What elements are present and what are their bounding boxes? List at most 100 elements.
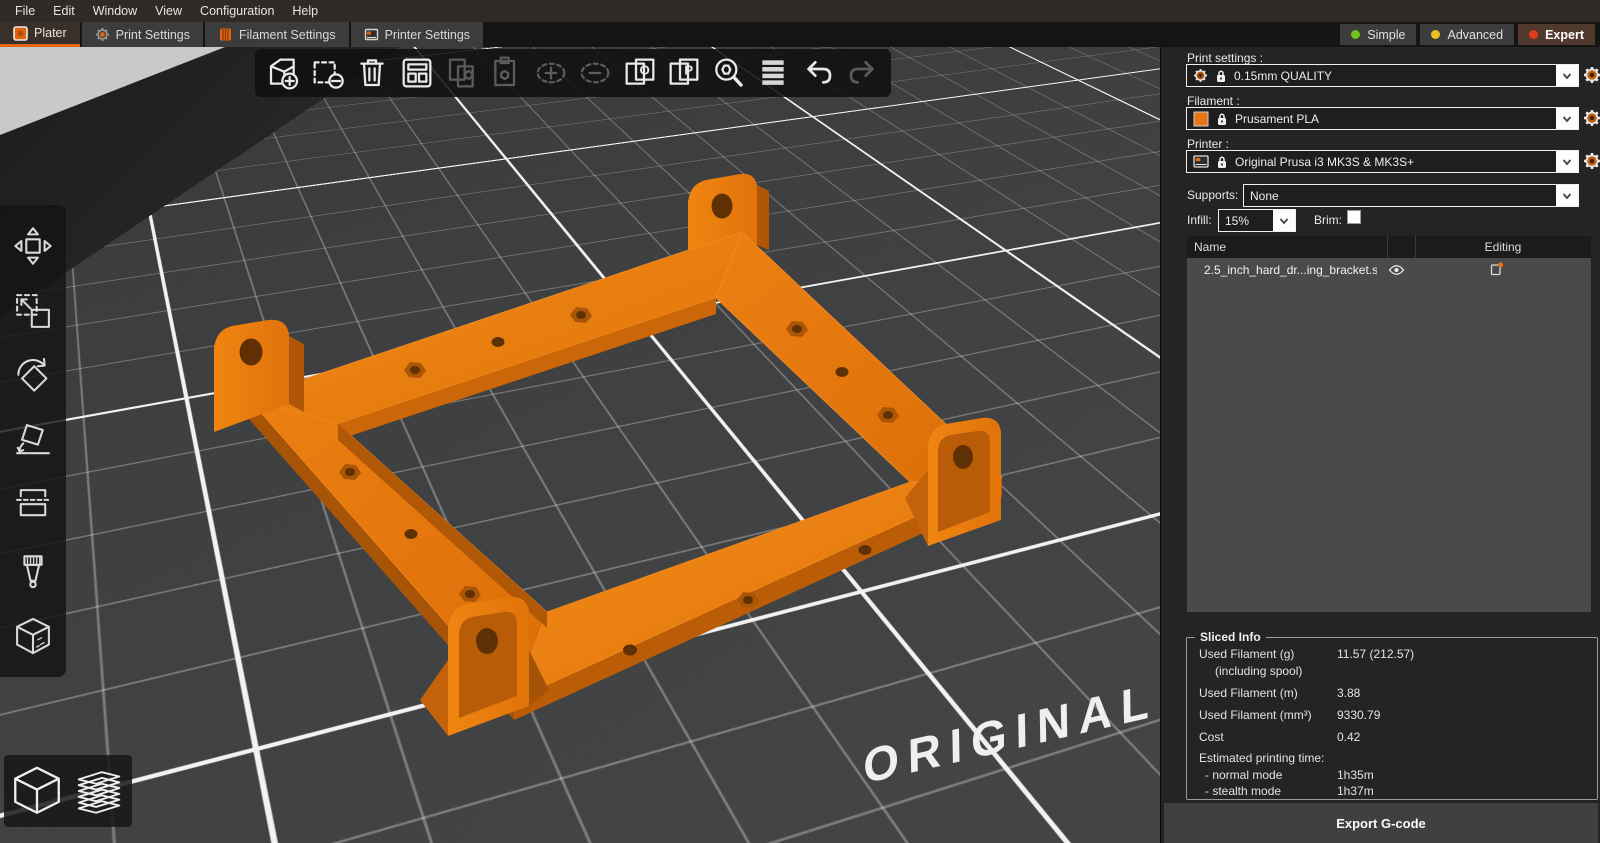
lock-icon <box>1216 155 1228 169</box>
filament-combo[interactable]: Prusament PLA <box>1186 107 1579 130</box>
normal-mode-label: - normal mode <box>1205 768 1283 782</box>
mode-simple-button[interactable]: Simple <box>1340 24 1417 45</box>
plater-icon <box>13 25 28 41</box>
stealth-mode-value: 1h37m <box>1337 784 1374 798</box>
rotate-tool-icon[interactable] <box>11 354 55 398</box>
settings-panel: Print settings : 0.15mm QUALITY Filament… <box>1160 47 1600 843</box>
paint-supports-tool-icon[interactable] <box>11 549 55 593</box>
filament-settings-icon <box>218 27 233 42</box>
menu-help[interactable]: Help <box>283 0 327 22</box>
tab-plater[interactable]: Plater <box>0 22 80 47</box>
menu-configuration[interactable]: Configuration <box>191 0 283 22</box>
search-icon[interactable] <box>709 53 749 93</box>
advanced-mode-dot <box>1431 30 1441 39</box>
menu-file[interactable]: File <box>6 0 44 22</box>
brim-label: Brim: <box>1314 213 1342 227</box>
add-object-icon[interactable] <box>263 53 303 93</box>
object-filename: 2.5_inch_hard_dr...ing_bracket.stl <box>1204 263 1377 277</box>
mode-expert-button[interactable]: Expert <box>1518 24 1595 45</box>
printer-dropdown-arrow[interactable] <box>1556 151 1578 172</box>
estimated-time-label: Estimated printing time: <box>1199 751 1325 765</box>
infill-label: Infill: <box>1187 213 1212 227</box>
move-tool-icon[interactable] <box>11 224 55 268</box>
sliced-info-group: Sliced Info Used Filament (g) 11.57 (212… <box>1186 630 1598 800</box>
including-spool-label: (including spool) <box>1215 664 1303 678</box>
menu-bar: File Edit Window View Configuration Help <box>0 0 1600 22</box>
normal-mode-value: 1h35m <box>1337 768 1374 782</box>
tab-bar: Plater Print Settings Filament Settings … <box>0 22 1600 47</box>
printer-combo[interactable]: Original Prusa i3 MK3S & MK3S+ <box>1186 150 1579 173</box>
cut-tool-icon[interactable] <box>11 484 55 528</box>
visibility-column-header <box>1388 236 1416 258</box>
3d-viewport[interactable]: ORIGINAL P <box>0 47 1160 843</box>
variable-layer-height-icon[interactable] <box>753 53 793 93</box>
name-column-header[interactable]: Name <box>1187 236 1388 258</box>
lock-icon <box>1215 69 1227 83</box>
printer-gear-icon[interactable] <box>1583 152 1600 170</box>
object-list: 2.5_inch_hard_dr...ing_bracket.stl <box>1187 258 1591 612</box>
scale-tool-icon[interactable] <box>11 289 55 333</box>
infill-dropdown-arrow[interactable] <box>1273 210 1295 231</box>
add-instance-icon[interactable] <box>531 53 571 93</box>
arrange-icon[interactable] <box>397 53 437 93</box>
viewport-left-toolbar <box>0 205 66 677</box>
used-filament-mm3-label: Used Filament (mm³) <box>1199 708 1312 722</box>
print-settings-combo[interactable]: 0.15mm QUALITY <box>1186 64 1579 87</box>
used-filament-g-value: 11.57 (212.57) <box>1337 647 1415 661</box>
filament-color-swatch <box>1193 111 1209 127</box>
export-gcode-button[interactable]: Export G-code <box>1164 803 1598 843</box>
edit-object-icon[interactable] <box>1490 261 1504 279</box>
menu-view[interactable]: View <box>146 0 191 22</box>
supports-dropdown-arrow[interactable] <box>1556 185 1578 206</box>
used-filament-mm3-value: 9330.79 <box>1337 708 1381 722</box>
preview-view-button[interactable] <box>70 759 128 823</box>
tab-printer-settings[interactable]: Printer Settings <box>350 22 484 47</box>
brim-checkbox[interactable] <box>1347 210 1361 224</box>
mode-advanced-button[interactable]: Advanced <box>1420 24 1515 45</box>
filament-dropdown-arrow[interactable] <box>1556 108 1578 129</box>
eye-icon[interactable] <box>1377 264 1415 276</box>
supports-label: Supports: <box>1187 188 1239 202</box>
prusaslicer-window: File Edit Window View Configuration Help… <box>0 0 1600 843</box>
object-list-header: Name Editing <box>1187 236 1591 258</box>
paste-icon[interactable] <box>486 53 526 93</box>
object-row[interactable]: 2.5_inch_hard_dr...ing_bracket.stl <box>1187 258 1591 282</box>
redo-icon[interactable] <box>843 53 883 93</box>
undo-icon[interactable] <box>798 53 838 93</box>
used-filament-g-label: Used Filament (g) <box>1199 647 1295 661</box>
svg-text:P: P <box>685 62 694 77</box>
expert-mode-dot <box>1529 30 1539 39</box>
editor-view-button[interactable] <box>8 759 66 823</box>
infill-combo[interactable]: 15% <box>1218 209 1296 232</box>
remove-instance-icon[interactable] <box>575 53 615 93</box>
used-filament-m-label: Used Filament (m) <box>1199 686 1298 700</box>
split-to-objects-icon[interactable]: O <box>620 53 660 93</box>
cost-value: 0.42 <box>1337 730 1361 744</box>
cost-label: Cost <box>1199 730 1224 744</box>
print-settings-label: Print settings : <box>1187 51 1264 65</box>
printer-icon <box>1193 154 1209 169</box>
copy-icon[interactable] <box>442 53 482 93</box>
menu-edit[interactable]: Edit <box>44 0 84 22</box>
tab-print-settings[interactable]: Print Settings <box>81 22 203 47</box>
place-on-face-tool-icon[interactable] <box>11 419 55 463</box>
printer-label: Printer : <box>1187 137 1230 151</box>
mode-switcher: Simple Advanced Expert <box>1340 22 1600 47</box>
delete-all-icon[interactable] <box>352 53 392 93</box>
print-settings-gear-icon[interactable] <box>1583 66 1600 84</box>
split-to-parts-icon[interactable]: P <box>664 53 704 93</box>
seam-painting-tool-icon[interactable] <box>11 614 55 658</box>
model-object[interactable] <box>0 47 1160 843</box>
stealth-mode-label: - stealth mode <box>1205 784 1282 798</box>
lock-icon <box>1216 112 1228 126</box>
tab-filament-settings[interactable]: Filament Settings <box>205 22 349 47</box>
menu-window[interactable]: Window <box>84 0 146 22</box>
supports-combo[interactable]: None <box>1243 184 1579 207</box>
filament-gear-icon[interactable] <box>1583 109 1600 127</box>
print-settings-dropdown-arrow[interactable] <box>1556 65 1578 86</box>
remove-object-icon[interactable] <box>308 53 348 93</box>
editing-column-header: Editing <box>1484 240 1522 254</box>
used-filament-m-value: 3.88 <box>1337 686 1361 700</box>
viewport-top-toolbar: O P <box>255 49 891 97</box>
print-settings-icon <box>95 27 110 42</box>
